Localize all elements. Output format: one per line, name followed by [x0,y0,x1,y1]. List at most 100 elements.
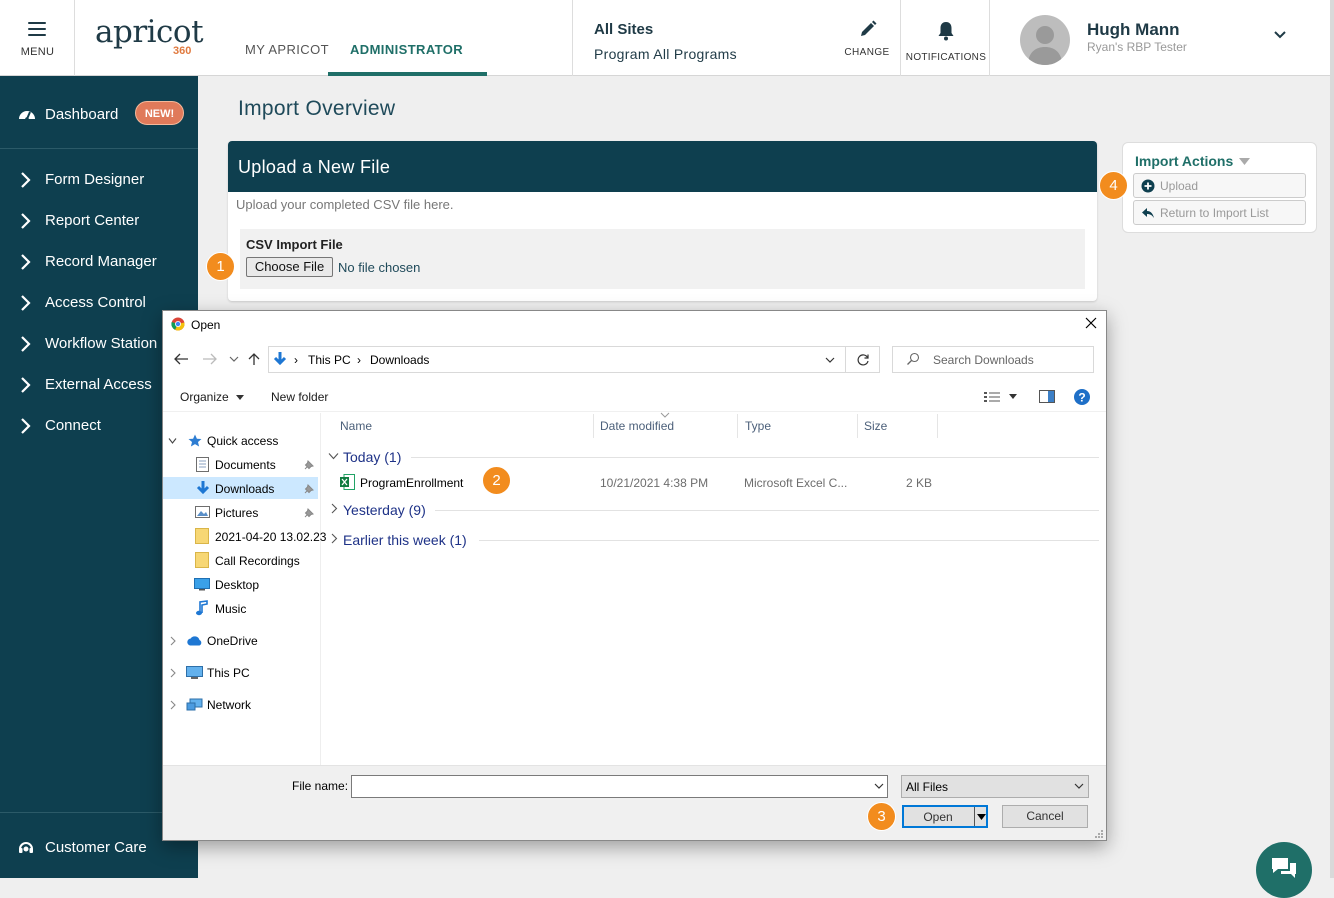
headset-icon [19,842,33,853]
bell-icon [938,22,954,41]
chevron-down-icon[interactable] [1273,30,1287,40]
apricot-logo-360: 360 [173,45,192,57]
upload-card-title: Upload a New File [238,157,391,177]
sidebar-item-record-manager[interactable]: Record Manager [0,242,198,282]
pin-icon[interactable] [304,460,314,470]
back-arrow-icon[interactable] [173,352,189,366]
user-name[interactable]: Hugh Mann [1087,20,1180,40]
refresh-button[interactable] [846,346,880,373]
breadcrumb-downloads[interactable]: Downloads [370,353,429,367]
nav-desktop[interactable]: Desktop [215,578,259,592]
open-label: Open [923,810,953,824]
sidebar-item-form-designer[interactable]: Form Designer [0,160,198,200]
column-header-size[interactable]: Size [864,419,887,433]
file-size: 2 KB [906,476,933,490]
column-header-date-modified[interactable]: Date modified [600,419,674,433]
collapsed-chevron-icon[interactable] [169,700,177,710]
svg-text:?: ? [1078,391,1085,405]
column-separator[interactable] [937,414,938,438]
column-header-name[interactable]: Name [340,419,372,433]
sidebar-item-label: Access Control [45,294,146,311]
sidebar-item-label: Form Designer [45,171,145,188]
nav-music[interactable]: Music [215,602,246,616]
avatar[interactable] [1020,15,1070,65]
nav-downloads[interactable]: Downloads [215,482,274,496]
file-type-filter-select[interactable]: All Files [901,775,1089,798]
recent-locations-chevron-icon[interactable] [229,356,239,362]
menu-button[interactable]: MENU [0,0,75,76]
caret-down-icon [236,395,245,401]
expanded-chevron-icon[interactable] [168,437,177,445]
column-separator[interactable] [737,414,738,438]
change-button[interactable]: CHANGE [833,0,901,76]
open-options-caret-icon[interactable] [977,814,986,820]
notifications-button[interactable]: NOTIFICATIONS [902,0,990,76]
sidebar-item-label: Record Manager [45,253,157,270]
open-button[interactable]: Open [902,805,988,828]
column-separator[interactable] [857,414,858,438]
file-type: Microsoft Excel C... [744,476,848,490]
new-folder-button[interactable]: New folder [271,390,328,404]
return-to-import-list-button[interactable]: Return to Import List [1133,200,1306,225]
site-selector[interactable]: All Sites [594,21,653,38]
divider [0,148,198,149]
cancel-button[interactable]: Cancel [1002,805,1088,828]
help-icon[interactable]: ? [1074,389,1090,405]
nav-pictures[interactable]: Pictures [215,506,258,520]
chevron-right-icon [21,295,31,311]
column-separator[interactable] [593,414,594,438]
pin-icon[interactable] [304,484,314,494]
group-collapsed-chevron-icon[interactable] [330,503,338,514]
forward-arrow-icon[interactable] [202,352,218,366]
file-name[interactable]: ProgramEnrollment [360,476,463,490]
tab-administrator[interactable]: ADMINISTRATOR [350,42,463,57]
view-options-icon[interactable] [984,391,1000,403]
pin-icon[interactable] [304,508,314,518]
group-earlier-this-week[interactable]: Earlier this week (1) [343,532,467,548]
nav-documents[interactable]: Documents [215,458,276,472]
breadcrumb-this-pc[interactable]: This PC [308,353,351,367]
excel-file-icon [340,474,355,490]
address-bar[interactable] [268,346,846,373]
nav-quick-access[interactable]: Quick access [207,434,278,448]
preview-pane-icon[interactable] [1039,390,1055,403]
nav-this-pc[interactable]: This PC [207,666,250,680]
file-name-input[interactable] [351,775,888,798]
program-selector[interactable]: Program All Programs [594,46,737,62]
chevron-right-icon [21,213,31,229]
column-header-type[interactable]: Type [745,419,771,433]
view-dropdown-icon[interactable] [1009,394,1017,399]
address-dropdown-icon[interactable] [825,357,835,363]
choose-file-button[interactable]: Choose File [246,257,333,277]
upload-button[interactable]: Upload [1133,173,1306,198]
search-placeholder: Search Downloads [933,353,1034,367]
split-divider [974,807,975,826]
collapsed-chevron-icon[interactable] [169,668,177,678]
nav-network[interactable]: Network [207,698,251,712]
chat-button[interactable] [1256,842,1312,898]
upload-label: Upload [1160,179,1199,193]
group-collapsed-chevron-icon[interactable] [330,533,338,544]
resize-grip-icon[interactable] [1094,829,1104,839]
nav-call-recordings[interactable]: Call Recordings [215,554,300,568]
sort-indicator-icon [660,412,670,418]
downloads-arrow-icon [196,481,210,495]
group-yesterday[interactable]: Yesterday (9) [343,502,426,518]
up-arrow-icon[interactable] [247,352,261,366]
collapsed-chevron-icon[interactable] [169,636,177,646]
group-expanded-chevron-icon[interactable] [328,452,339,460]
tab-my-apricot[interactable]: MY APRICOT [245,42,329,57]
search-icon [907,352,920,365]
nav-folder-2021-04-20[interactable]: 2021-04-20 13.02.23 [215,530,326,544]
nav-onedrive[interactable]: OneDrive [207,634,258,648]
group-today[interactable]: Today (1) [343,449,401,465]
filter-dropdown-icon[interactable] [1074,783,1084,789]
user-silhouette-icon [1028,26,1062,65]
organize-button[interactable]: Organize [180,390,245,404]
file-name-dropdown-icon[interactable] [874,783,884,789]
organize-label: Organize [180,390,229,404]
sidebar-item-report-center[interactable]: Report Center [0,201,198,241]
import-actions-title[interactable]: Import Actions [1135,153,1251,169]
page-scrollbar[interactable] [1330,0,1334,878]
close-icon[interactable] [1084,316,1098,330]
